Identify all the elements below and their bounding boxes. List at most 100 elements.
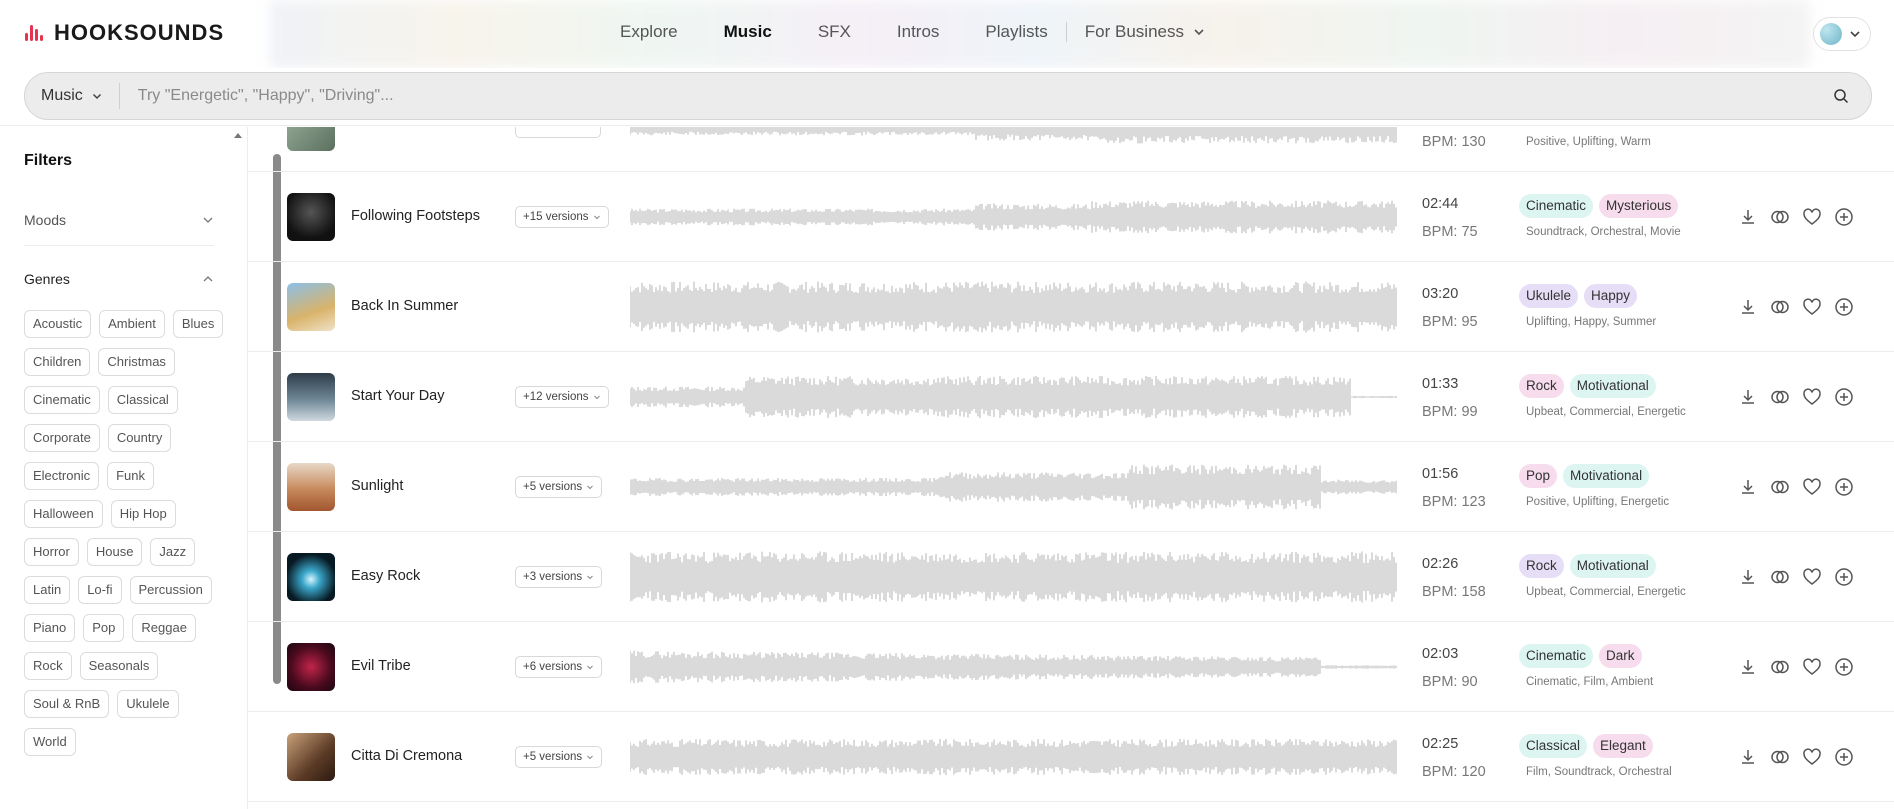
similar-tracks-icon[interactable] — [1770, 657, 1790, 677]
search-input[interactable] — [119, 87, 1821, 105]
track-title[interactable]: Sunlight — [351, 478, 403, 494]
genre-chip[interactable]: Seasonals — [79, 652, 159, 680]
track-cover[interactable] — [287, 193, 335, 241]
track-cover[interactable] — [287, 643, 335, 691]
waveform[interactable] — [630, 547, 1398, 607]
search-type-select[interactable]: Music — [25, 83, 120, 109]
nav-playlists[interactable]: Playlists — [985, 22, 1047, 42]
similar-tracks-icon[interactable] — [1770, 477, 1790, 497]
genre-chip[interactable]: Corporate — [24, 424, 100, 452]
add-to-playlist-icon[interactable] — [1834, 747, 1854, 767]
genre-chip[interactable]: Pop — [83, 614, 125, 642]
track-row[interactable]: Following Footsteps +15 versions 02:44 B… — [248, 172, 1894, 262]
track-cover[interactable] — [287, 127, 335, 151]
versions-button[interactable] — [515, 127, 601, 138]
search-button[interactable] — [1821, 88, 1861, 104]
mood-tag[interactable]: Pop — [1519, 464, 1558, 488]
genre-chip[interactable]: Halloween — [24, 500, 103, 528]
nav-sfx[interactable]: SFX — [818, 22, 851, 42]
genre-chip[interactable]: Cinematic — [24, 386, 100, 414]
genre-chip[interactable]: Rock — [24, 652, 72, 680]
add-to-playlist-icon[interactable] — [1834, 567, 1854, 587]
genre-chip[interactable]: Acoustic — [24, 310, 92, 338]
track-row[interactable]: Easy Rock +3 versions 02:26 BPM: 158 Roc… — [248, 532, 1894, 622]
add-to-playlist-icon[interactable] — [1834, 297, 1854, 317]
track-title[interactable]: Following Footsteps — [351, 208, 480, 224]
genre-chip[interactable]: Hip Hop — [110, 500, 176, 528]
track-cover[interactable] — [287, 733, 335, 781]
logo[interactable]: HOOKSOUNDS — [24, 20, 224, 46]
heart-icon[interactable] — [1802, 567, 1822, 587]
genre-chip[interactable]: Children — [24, 348, 91, 376]
mood-tag[interactable]: Motivational — [1569, 374, 1656, 398]
track-title[interactable]: Back In Summer — [351, 298, 458, 314]
versions-button[interactable]: +6 versions — [515, 656, 603, 678]
track-row-partial[interactable]: BPM: 130 Positive, Uplifting, Warm — [248, 127, 1894, 172]
similar-tracks-icon[interactable] — [1770, 297, 1790, 317]
waveform[interactable] — [630, 127, 1398, 157]
track-title[interactable]: Start Your Day — [351, 388, 445, 404]
genres-filter-toggle[interactable]: Genres — [24, 271, 214, 287]
waveform[interactable] — [630, 727, 1398, 787]
nav-for-business[interactable]: For Business — [1085, 22, 1206, 42]
genre-chip[interactable]: Christmas — [98, 348, 175, 376]
genre-chip[interactable]: Country — [107, 424, 172, 452]
mood-tag[interactable]: Rock — [1519, 554, 1564, 578]
track-row[interactable]: Back In Summer 03:20 BPM: 95 Ukulele Happ… — [248, 262, 1894, 352]
waveform[interactable] — [630, 277, 1398, 337]
genre-chip[interactable]: Piano — [24, 614, 76, 642]
genre-chip[interactable]: Latin — [24, 576, 71, 604]
genre-chip[interactable]: Electronic — [24, 462, 100, 490]
download-icon[interactable] — [1738, 567, 1758, 587]
mood-tag[interactable]: Motivational — [1563, 464, 1650, 488]
track-cover[interactable] — [287, 283, 335, 331]
track-row[interactable]: Citta Di Cremona +5 versions 02:25 BPM: … — [248, 712, 1894, 802]
versions-button[interactable]: +3 versions — [515, 566, 603, 588]
genre-chip[interactable]: Horror — [24, 538, 79, 566]
heart-icon[interactable] — [1802, 207, 1822, 227]
mood-tag[interactable]: Classical — [1519, 734, 1588, 758]
account-menu[interactable] — [1813, 17, 1871, 51]
versions-button[interactable]: +15 versions — [515, 206, 609, 228]
waveform[interactable] — [630, 187, 1398, 247]
genre-chip[interactable]: Funk — [107, 462, 154, 490]
nav-intros[interactable]: Intros — [897, 22, 940, 42]
genre-chip[interactable]: House — [86, 538, 143, 566]
mood-tag[interactable]: Cinematic — [1519, 644, 1594, 668]
versions-button[interactable]: +5 versions — [515, 476, 603, 498]
similar-tracks-icon[interactable] — [1770, 567, 1790, 587]
track-row[interactable]: Evil Tribe +6 versions 02:03 BPM: 90 Cin… — [248, 622, 1894, 712]
waveform[interactable] — [630, 367, 1398, 427]
genre-chip[interactable]: Percussion — [129, 576, 212, 604]
track-cover[interactable] — [287, 463, 335, 511]
mood-tag[interactable]: Happy — [1584, 284, 1638, 308]
heart-icon[interactable] — [1802, 747, 1822, 767]
add-to-playlist-icon[interactable] — [1834, 387, 1854, 407]
moods-filter-toggle[interactable]: Moods — [24, 212, 214, 228]
mood-tag[interactable]: Cinematic — [1519, 194, 1594, 218]
similar-tracks-icon[interactable] — [1770, 747, 1790, 767]
track-cover[interactable] — [287, 373, 335, 421]
track-title[interactable]: Easy Rock — [351, 568, 420, 584]
mood-tag[interactable]: Ukulele — [1519, 284, 1579, 308]
track-cover[interactable] — [287, 553, 335, 601]
mood-tag[interactable]: Mysterious — [1599, 194, 1679, 218]
add-to-playlist-icon[interactable] — [1834, 207, 1854, 227]
similar-tracks-icon[interactable] — [1770, 207, 1790, 227]
download-icon[interactable] — [1738, 477, 1758, 497]
track-row[interactable]: Start Your Day +12 versions 01:33 BPM: 9… — [248, 352, 1894, 442]
nav-explore[interactable]: Explore — [620, 22, 678, 42]
heart-icon[interactable] — [1802, 477, 1822, 497]
versions-button[interactable]: +12 versions — [515, 386, 609, 408]
mood-tag[interactable]: Motivational — [1569, 554, 1656, 578]
nav-music[interactable]: Music — [724, 22, 772, 42]
genre-chip[interactable]: Lo-fi — [78, 576, 122, 604]
versions-button[interactable]: +5 versions — [515, 746, 603, 768]
genre-chip[interactable]: Reggae — [132, 614, 196, 642]
track-row[interactable]: Sunlight +5 versions 01:56 BPM: 123 Pop M… — [248, 442, 1894, 532]
heart-icon[interactable] — [1802, 657, 1822, 677]
mood-tag[interactable]: Elegant — [1593, 734, 1653, 758]
waveform[interactable] — [630, 457, 1398, 517]
add-to-playlist-icon[interactable] — [1834, 477, 1854, 497]
heart-icon[interactable] — [1802, 387, 1822, 407]
